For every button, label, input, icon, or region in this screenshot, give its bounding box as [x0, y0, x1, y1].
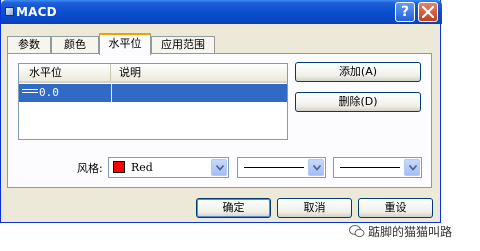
close-button[interactable]: [418, 2, 438, 22]
tab-label: 参数: [18, 38, 40, 51]
chevron-down-icon: [313, 165, 321, 171]
add-level-button[interactable]: 添加(A): [295, 62, 421, 82]
levels-list[interactable]: 水平位 说明 0.0: [18, 63, 288, 140]
line-width-select[interactable]: [333, 157, 422, 178]
app-icon: [5, 7, 14, 16]
chevron-down-icon: [216, 165, 224, 171]
color-value: Red: [131, 161, 153, 174]
button-label: 删除(D): [338, 95, 378, 108]
delete-level-button[interactable]: 删除(D): [295, 92, 421, 112]
watermark-text: 踮脚的猫猫叫路: [368, 225, 453, 239]
table-row[interactable]: 0.0: [19, 84, 287, 102]
help-button[interactable]: ?: [395, 2, 415, 22]
tab-label: 应用范围: [161, 38, 205, 51]
help-icon: ?: [400, 4, 410, 20]
line-style-preview: [244, 167, 304, 168]
button-label: 重设: [384, 201, 407, 214]
tab-colors[interactable]: 颜色: [51, 36, 99, 54]
column-divider: [111, 84, 112, 102]
tab-label: 颜色: [64, 38, 86, 51]
indicator-properties-dialog: MACD ? 参数 颜色 水平位 应用范围 水平位 说明 0.0 添加(A) 删…: [0, 0, 442, 223]
column-header-description[interactable]: 说明: [111, 64, 287, 81]
tab-parameters[interactable]: 参数: [7, 36, 51, 54]
color-select[interactable]: Red: [108, 157, 229, 178]
wechat-icon: [349, 225, 365, 238]
color-swatch: [113, 161, 125, 173]
close-icon: [422, 6, 434, 18]
level-value: 0.0: [39, 86, 59, 99]
dropdown-button[interactable]: [404, 159, 420, 176]
chevron-down-icon: [409, 165, 417, 171]
window-title: MACD: [16, 5, 57, 19]
line-style-select[interactable]: [237, 157, 326, 178]
column-header-level[interactable]: 水平位: [19, 64, 111, 81]
line-width-preview: [340, 167, 400, 168]
button-label: 取消: [303, 201, 326, 214]
style-label: 风格:: [77, 162, 103, 175]
list-header: 水平位 说明: [19, 64, 287, 83]
button-label: 添加(A): [338, 65, 378, 78]
tab-label: 水平位: [108, 37, 142, 50]
tab-levels[interactable]: 水平位: [99, 33, 151, 55]
title-bar[interactable]: MACD ?: [1, 0, 442, 24]
ok-button[interactable]: 确定: [196, 198, 271, 218]
button-label: 确定: [222, 201, 245, 214]
tab-visualization[interactable]: 应用范围: [151, 36, 215, 54]
level-line-icon: [22, 89, 38, 96]
dropdown-button[interactable]: [211, 159, 227, 176]
dropdown-button[interactable]: [308, 159, 324, 176]
reset-button[interactable]: 重设: [358, 198, 433, 218]
cancel-button[interactable]: 取消: [277, 198, 352, 218]
